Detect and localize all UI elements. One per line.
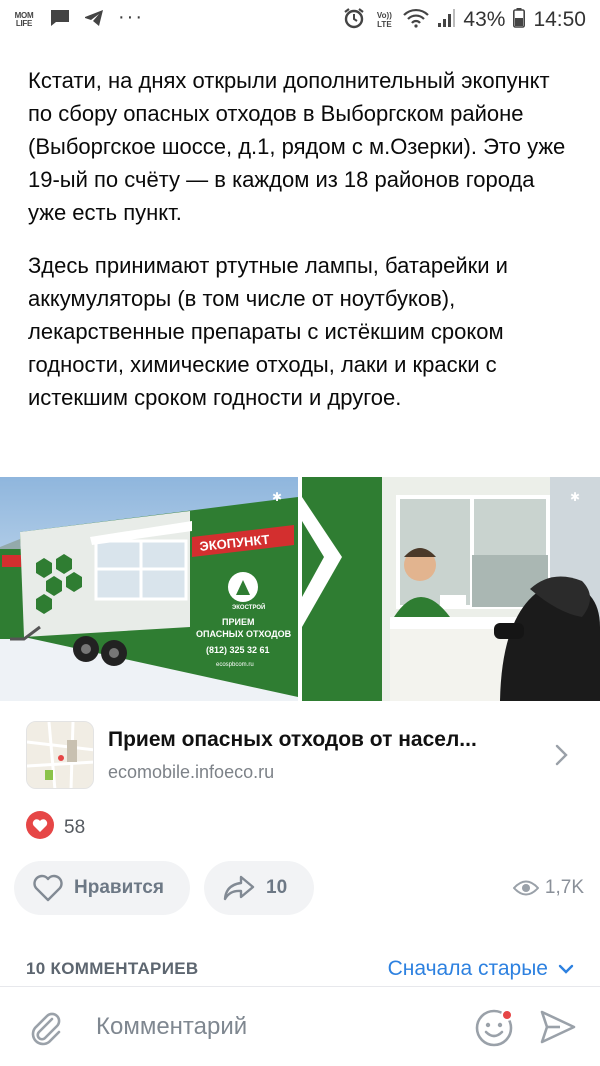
wifi-icon	[403, 8, 430, 33]
eye-icon	[512, 879, 539, 897]
share-button[interactable]: 10	[204, 861, 314, 915]
link-title: Прием опасных отходов от насел...	[108, 727, 477, 751]
svg-text:✱: ✱	[272, 490, 282, 504]
status-bar: MOM LIFE ··· Vo)) LTE 43% 14:50	[0, 0, 600, 40]
link-domain: ecomobile.infoeco.ru	[108, 761, 275, 782]
comment-input[interactable]: Комментарий	[96, 1013, 474, 1041]
signal-icon	[437, 8, 456, 33]
comments-count: 10 КОММЕНТАРИЕВ	[26, 959, 199, 978]
send-icon[interactable]	[538, 1007, 578, 1047]
svg-text:✱: ✱	[570, 490, 580, 504]
clock: 14:50	[533, 8, 586, 31]
link-info: Прием опасных отходов от насел... ecomob…	[108, 728, 548, 783]
photo-ecopoint-trailer[interactable]: ЭКОПУНКТ ЭКОСТРОЙ ПРИЕМ ОПАСНЫХ ОТХОДОВ …	[0, 477, 298, 701]
sign-line-1: ПРИЕМ	[222, 617, 254, 627]
like-button[interactable]: Нравится	[14, 861, 190, 915]
battery-icon	[513, 7, 526, 33]
comments-header: 10 КОММЕНТАРИЕВ Сначала старые	[26, 957, 574, 981]
emoji-icon[interactable]	[474, 1006, 516, 1048]
sign-phone: (812) 325 32 61	[206, 645, 270, 655]
sign-site: ecospbcom.ru	[216, 662, 254, 668]
comment-input-bar: Комментарий	[0, 986, 600, 1066]
likes-summary[interactable]: 58	[26, 811, 85, 844]
photo-gallery: ЭКОПУНКТ ЭКОСТРОЙ ПРИЕМ ОПАСНЫХ ОТХОДОВ …	[0, 477, 600, 701]
more-notifications-icon: ···	[118, 6, 144, 28]
link-preview[interactable]: Прием опасных отходов от насел... ecomob…	[26, 719, 574, 791]
comments-sort-dropdown[interactable]: Сначала старые	[388, 957, 574, 981]
battery-percent: 43%	[463, 8, 506, 31]
status-bar-left: MOM LIFE ···	[12, 6, 144, 32]
share-icon	[222, 874, 256, 902]
chevron-down-icon	[558, 963, 574, 975]
message-icon	[50, 9, 70, 32]
chevron-right-icon[interactable]	[548, 742, 574, 768]
views-counter: 1,7K	[512, 877, 592, 899]
likes-count: 58	[64, 816, 86, 838]
logo-text: ЭКОСТРОЙ	[232, 603, 265, 611]
heart-filled-icon	[26, 811, 54, 844]
volte-indicator: Vo)) LTE	[376, 11, 392, 29]
alarm-icon	[343, 7, 365, 34]
post-paragraph: Здесь принимают ртутные лампы, батарейки…	[28, 253, 508, 410]
share-count: 10	[266, 877, 288, 898]
link-thumbnail	[26, 721, 94, 789]
status-bar-right: Vo)) LTE 43% 14:50	[343, 7, 586, 34]
telegram-icon	[84, 9, 104, 32]
like-button-label: Нравится	[74, 877, 164, 898]
heart-outline-icon	[32, 874, 64, 902]
post-paragraph: Кстати, на днях открыли дополнительный э…	[28, 68, 566, 225]
post-text: Кстати, на днях открыли дополнительный э…	[28, 64, 576, 434]
views-count: 1,7K	[544, 877, 584, 898]
sign-line-2: ОПАСНЫХ ОТХОДОВ	[196, 629, 292, 639]
momlife-app-icon: MOM LIFE	[14, 11, 34, 28]
sort-label: Сначала старые	[387, 957, 548, 980]
photo-ecopoint-window[interactable]: ✱	[302, 477, 600, 701]
attach-icon[interactable]	[26, 1007, 66, 1047]
post-actions: Нравится 10 1,7K	[14, 861, 592, 915]
